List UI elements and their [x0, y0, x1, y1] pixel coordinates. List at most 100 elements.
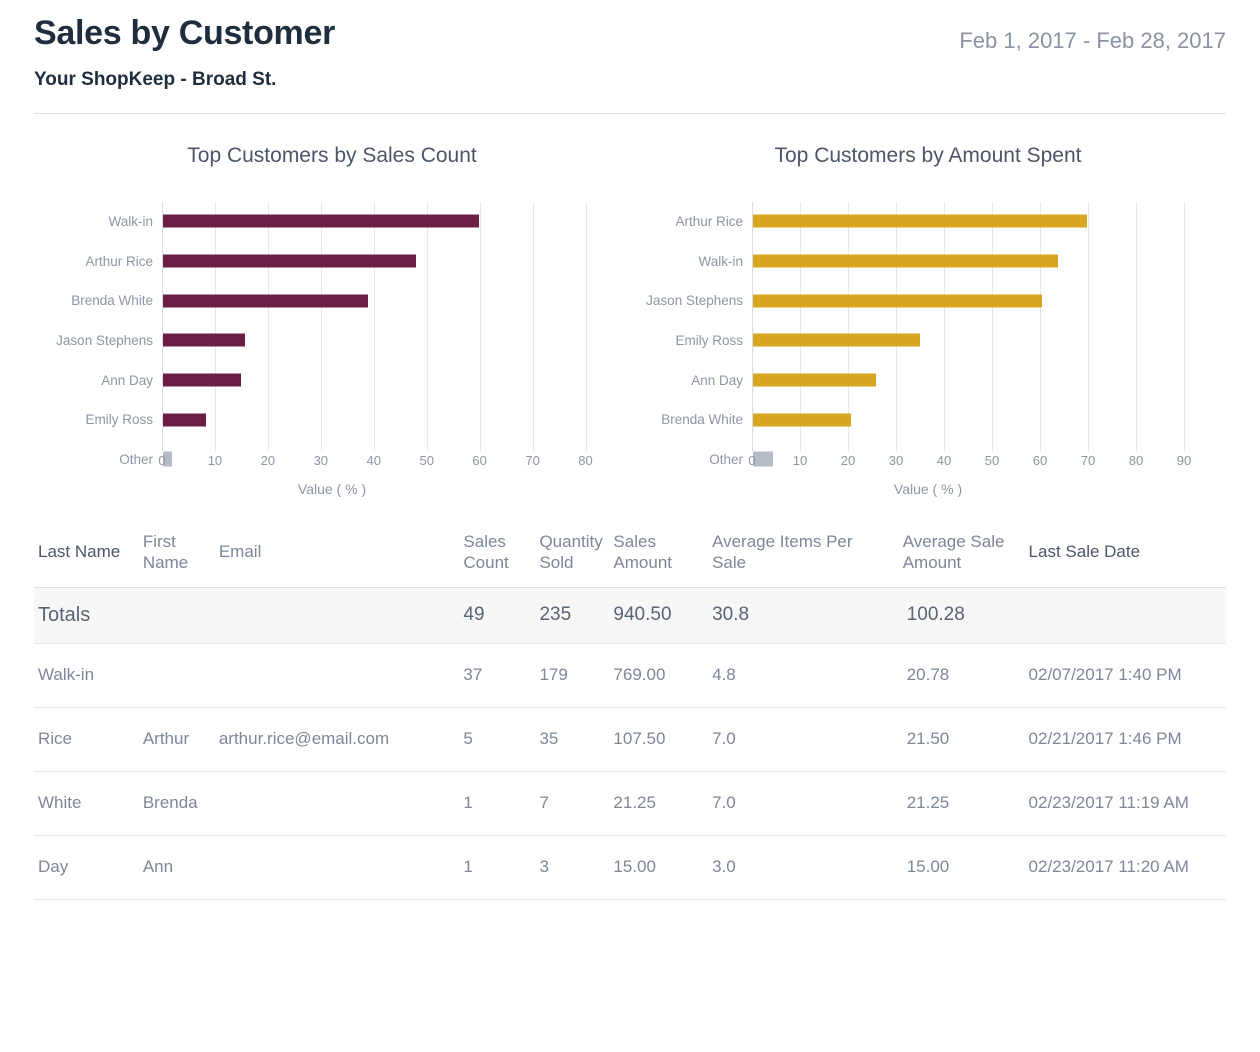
bar-track: [162, 321, 612, 361]
bar-category-label: Walk-in: [108, 213, 153, 229]
table-cell: 1: [459, 835, 536, 900]
chart-sales-count: Top Customers by Sales Count Walk-in Arth…: [34, 126, 630, 497]
x-tick-label: 80: [1128, 452, 1144, 468]
bar-rows: Arthur Rice Walk-in Jason Stephens Emily Ro…: [630, 201, 1226, 467]
table-cell: [214, 771, 460, 836]
bar-category-label: Arthur Rice: [675, 213, 743, 229]
x-axis-ticks: 0 10 20 30 40 50 60 70 80: [158, 452, 612, 473]
bar[interactable]: [753, 214, 1087, 228]
table-cell: 02/23/2017 11:20 AM: [1024, 835, 1226, 900]
bar-track: [752, 281, 1208, 321]
table-row[interactable]: Walk-in 37 179 769.00 4.8 20.78 02/07/2017 1:4…: [34, 643, 1226, 708]
bar-track: [752, 202, 1208, 242]
table-row[interactable]: Day Ann 1 3 15.00 3.0 15.00 02/23/2017 11:20 AM: [34, 835, 1226, 900]
col-last-name[interactable]: Last Name: [34, 524, 139, 588]
totals-row: Totals 49 235 940.50 30.8 100.28: [34, 587, 1226, 644]
totals-cell: 235: [535, 587, 610, 644]
bar-category-label: Other: [709, 451, 743, 467]
chart-title-sales-count: Top Customers by Sales Count: [187, 143, 477, 167]
bar-row: Arthur Rice: [630, 202, 1226, 242]
table-cell: 769.00: [609, 643, 709, 708]
bar-track: [752, 321, 1208, 361]
col-first-name[interactable]: First Name: [138, 524, 215, 588]
customer-sales-table: Last Name First Name Email Sales Count Q…: [34, 524, 1226, 900]
bar-category-label: Ann Day: [101, 372, 153, 388]
bar-row: Walk-in: [630, 241, 1226, 281]
table-cell: 37: [459, 643, 536, 708]
totals-cell: [138, 587, 215, 644]
table-body: Totals 49 235 940.50 30.8 100.28 Walk-in 37 179 7…: [34, 587, 1226, 900]
table-cell: 02/23/2017 11:19 AM: [1024, 771, 1226, 836]
totals-cell: 49: [459, 587, 536, 644]
chart-amount-spent: Top Customers by Amount Spent Arthur Ric…: [630, 126, 1226, 497]
plot-sales-count: Walk-in Arthur Rice Brenda White Jason Step…: [34, 201, 630, 497]
x-tick-label: 50: [419, 452, 434, 468]
bar[interactable]: [753, 294, 1043, 308]
bar-track: [162, 202, 612, 242]
table-cell: Walk-in: [34, 643, 139, 708]
bar[interactable]: [753, 333, 920, 347]
table-header-row: Last Name First Name Email Sales Count Q…: [34, 524, 1226, 588]
bar[interactable]: [163, 214, 480, 228]
table-cell: 3: [535, 835, 610, 900]
bar-category-label: Jason Stephens: [56, 332, 153, 348]
x-tick-label: 0: [748, 452, 756, 468]
bar-row: Emily Ross: [34, 400, 630, 440]
col-sales-count[interactable]: Sales Count: [459, 524, 536, 588]
totals-cell: 940.50: [609, 587, 709, 644]
table-cell: 7.0: [708, 771, 881, 836]
totals-cell: 30.8: [708, 587, 881, 644]
col-last-sale-date[interactable]: Last Sale Date: [1024, 524, 1226, 588]
bar-category-label: Brenda White: [661, 412, 743, 428]
x-tick-label: 60: [472, 452, 487, 468]
x-tick-label: 0: [158, 452, 166, 468]
x-tick-label: 30: [313, 452, 329, 468]
bar-category-label: Brenda White: [71, 293, 153, 309]
table-cell: 4.8: [708, 643, 881, 708]
x-tick-label: 90: [1176, 452, 1192, 468]
table-row[interactable]: White Brenda 1 7 21.25 7.0 21.25 02/23/2017 11:…: [34, 771, 1226, 836]
x-tick-label: 40: [936, 452, 952, 468]
table-cell: [214, 835, 460, 900]
bar[interactable]: [753, 373, 876, 387]
x-axis-title: Value ( % ): [893, 480, 963, 497]
bar-category-label: Jason Stephens: [646, 293, 743, 309]
table-row[interactable]: Rice Arthur arthur.rice@email.com 5 35 107.50…: [34, 707, 1226, 772]
table-cell: 15.00: [880, 835, 1025, 900]
table-cell: arthur.rice@email.com: [214, 707, 460, 772]
x-tick-label: 70: [525, 452, 540, 468]
table-cell: Ann: [138, 835, 215, 900]
table-cell: 02/07/2017 1:40 PM: [1024, 643, 1226, 708]
x-tick-label: 20: [840, 452, 856, 468]
bar[interactable]: [753, 413, 852, 427]
chart-title-amount-spent: Top Customers by Amount Spent: [774, 143, 1082, 167]
col-avg-items-per-sale[interactable]: Average Items Per Sale: [708, 524, 881, 588]
x-tick-label: 60: [1032, 452, 1048, 468]
bar-row: Brenda White: [34, 281, 630, 321]
bar-row: Ann Day: [34, 360, 630, 400]
bar-category-label: Walk-in: [698, 253, 743, 269]
bar[interactable]: [753, 254, 1058, 268]
col-sales-amount[interactable]: Sales Amount: [609, 524, 709, 588]
bar-row: Arthur Rice: [34, 241, 630, 281]
col-email[interactable]: Email: [214, 524, 460, 588]
totals-cell: [214, 587, 460, 644]
bar[interactable]: [163, 413, 207, 427]
col-avg-sale-amount[interactable]: Average Sale Amount: [880, 524, 1025, 588]
bar-row: Brenda White: [630, 400, 1226, 440]
table-cell: 21.25: [609, 771, 709, 836]
col-quantity-sold[interactable]: Quantity Sold: [535, 524, 610, 588]
bar[interactable]: [163, 254, 416, 268]
bar[interactable]: [163, 333, 246, 347]
bar[interactable]: [163, 373, 241, 387]
bar[interactable]: [163, 294, 369, 308]
table-header: Last Name First Name Email Sales Count Q…: [34, 524, 1226, 588]
store-name-label: Your ShopKeep - Broad St.: [34, 68, 277, 90]
table-cell: 02/21/2017 1:46 PM: [1024, 707, 1226, 772]
x-tick-label: 40: [366, 452, 381, 468]
table-cell: 15.00: [609, 835, 709, 900]
x-tick-label: 80: [578, 452, 593, 468]
x-tick-label: 20: [260, 452, 276, 468]
x-tick-label: 10: [792, 452, 808, 468]
bar-track: [752, 241, 1208, 281]
